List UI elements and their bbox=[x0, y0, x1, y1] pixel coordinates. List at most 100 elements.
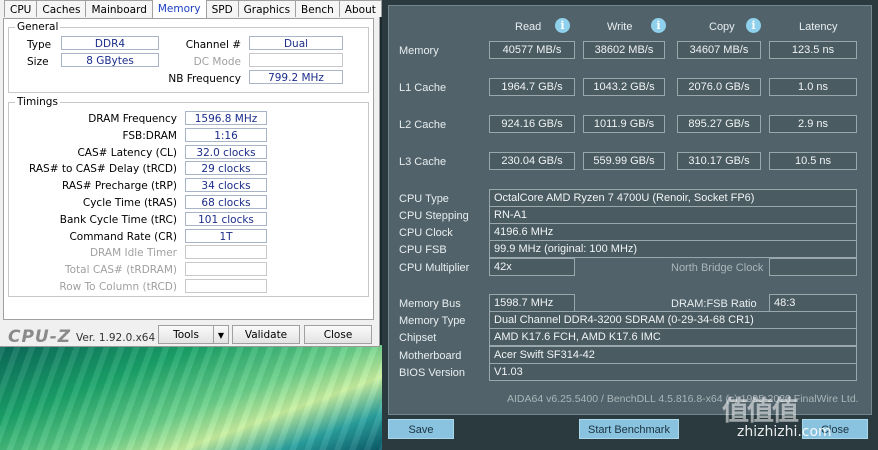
chipset-value: AMD K17.6 FCH, AMD K17.6 IMC bbox=[489, 328, 857, 346]
bench-copy-value: 34607 MB/s bbox=[677, 41, 761, 59]
bench-row-label: L3 Cache bbox=[399, 156, 447, 168]
tab-graphics[interactable]: Graphics bbox=[237, 0, 297, 17]
bios-version-value: V1.03 bbox=[489, 363, 857, 381]
tab-caches[interactable]: Caches bbox=[36, 0, 87, 17]
timing-label: DRAM Frequency bbox=[88, 113, 177, 125]
type-label: Type bbox=[27, 39, 52, 51]
cpu-fsb-label: CPU FSB bbox=[399, 244, 447, 256]
tools-button[interactable]: Tools bbox=[158, 325, 214, 344]
general-group: General Type DDR4 Size 8 GBytes Channel … bbox=[8, 21, 369, 93]
close-button[interactable]: Close bbox=[304, 325, 372, 344]
chipset-label: Chipset bbox=[399, 332, 437, 344]
motherboard-label: Motherboard bbox=[399, 350, 462, 362]
tab-about[interactable]: About bbox=[338, 0, 382, 17]
memory-tab-panel: General Type DDR4 Size 8 GBytes Channel … bbox=[3, 18, 374, 320]
timing-label: Total CAS# (tRDRAM) bbox=[65, 264, 177, 277]
tab-memory[interactable]: Memory bbox=[151, 0, 207, 18]
channel-label: Channel # bbox=[185, 39, 241, 51]
type-value: DDR4 bbox=[61, 36, 159, 50]
bench-latency-value: 10.5 ns bbox=[769, 152, 857, 170]
general-group-title: General bbox=[15, 21, 61, 33]
bench-read-value: 924.16 GB/s bbox=[489, 115, 575, 133]
bench-row-label: L1 Cache bbox=[399, 82, 447, 94]
bench-copy-value: 2076.0 GB/s bbox=[677, 78, 761, 96]
nb-clock-label: North Bridge Clock bbox=[671, 262, 764, 274]
tab-mainboard[interactable]: Mainboard bbox=[85, 0, 153, 17]
timing-value bbox=[185, 245, 267, 260]
watermark-logo: 值值值 bbox=[722, 396, 799, 427]
timing-label: RAS# to CAS# Delay (tRCD) bbox=[29, 163, 177, 176]
timing-value bbox=[185, 262, 267, 277]
copy-info-icon[interactable]: i bbox=[746, 18, 761, 33]
timings-group: Timings DRAM Frequency 1596.8 MHz FSB:DRAM… bbox=[8, 96, 369, 297]
dram-fsb-ratio-value: 48:3 bbox=[769, 294, 857, 312]
bench-read-value: 1964.7 GB/s bbox=[489, 78, 575, 96]
size-value: 8 GBytes bbox=[61, 53, 159, 67]
motherboard-value: Acer Swift SF314-42 bbox=[489, 346, 857, 364]
start-benchmark-button[interactable]: Start Benchmark bbox=[579, 419, 679, 439]
channel-value: Dual bbox=[249, 36, 343, 50]
bench-latency-value: 123.5 ns bbox=[769, 41, 857, 59]
bench-read-value: 40577 MB/s bbox=[489, 41, 575, 59]
cpu-type-label: CPU Type bbox=[399, 193, 449, 205]
timing-value: 1:16 bbox=[185, 127, 267, 142]
cpu-stepping-value: RN-A1 bbox=[489, 206, 857, 224]
cpuz-logo: CPU-Z bbox=[8, 327, 72, 347]
timing-value: 32.0 clocks bbox=[185, 144, 267, 159]
bench-row-label: L2 Cache bbox=[399, 119, 447, 131]
timing-label: FSB:DRAM bbox=[122, 129, 177, 142]
bench-latency-value: 1.0 ns bbox=[769, 78, 857, 96]
save-button[interactable]: Save bbox=[388, 419, 454, 439]
timings-group-title: Timings bbox=[15, 96, 60, 108]
timing-label: Cycle Time (tRAS) bbox=[82, 197, 177, 209]
dc-mode-label: DC Mode bbox=[193, 56, 241, 68]
watermark-url: zhizhizhi.com bbox=[737, 424, 832, 440]
write-info-icon[interactable]: i bbox=[651, 18, 666, 33]
memory-type-label: Memory Type bbox=[399, 315, 466, 327]
timing-value bbox=[185, 279, 267, 293]
cpu-type-value: OctalCore AMD Ryzen 7 4700U (Renoir, Soc… bbox=[489, 189, 857, 207]
timing-label: CAS# Latency (CL) bbox=[77, 146, 177, 159]
cpuz-window: CPU Caches Mainboard Memory SPD Graphics… bbox=[0, 0, 382, 347]
tab-bench[interactable]: Bench bbox=[295, 0, 340, 17]
header-write: Write bbox=[607, 21, 633, 33]
nb-clock-value bbox=[769, 258, 857, 276]
nb-frequency-label: NB Frequency bbox=[168, 73, 241, 85]
validate-button[interactable]: Validate bbox=[232, 325, 300, 344]
cpu-fsb-value: 99.9 MHz (original: 100 MHz) bbox=[489, 240, 857, 258]
timing-value: 1T bbox=[185, 228, 267, 243]
bios-version-label: BIOS Version bbox=[399, 367, 466, 379]
timing-label: Row To Column (tRCD) bbox=[59, 281, 177, 293]
aida64-window: Read i Write i Copy i Latency Memory 4057… bbox=[382, 0, 878, 450]
bench-write-value: 1011.9 GB/s bbox=[583, 115, 665, 133]
chevron-down-icon: ▼ bbox=[217, 331, 225, 340]
bench-copy-value: 310.17 GB/s bbox=[677, 152, 761, 170]
memory-bus-value: 1598.7 MHz bbox=[489, 294, 575, 312]
memory-bus-label: Memory Bus bbox=[399, 298, 461, 310]
timing-label: RAS# Precharge (tRP) bbox=[62, 180, 177, 193]
header-latency: Latency bbox=[799, 21, 838, 33]
dram-fsb-ratio-label: DRAM:FSB Ratio bbox=[671, 298, 757, 310]
cpu-stepping-label: CPU Stepping bbox=[399, 210, 469, 222]
desktop-background bbox=[0, 345, 382, 450]
aida64-results-panel: Read i Write i Copy i Latency Memory 4057… bbox=[388, 5, 872, 427]
nb-frequency-value: 799.2 MHz bbox=[249, 70, 343, 84]
bench-copy-value: 895.27 GB/s bbox=[677, 115, 761, 133]
read-info-icon[interactable]: i bbox=[555, 18, 570, 33]
cpuz-footer: CPU-Z Ver. 1.92.0.x64 Tools ▼ Validate C… bbox=[0, 321, 378, 347]
tab-spd[interactable]: SPD bbox=[205, 0, 239, 17]
tools-dropdown-button[interactable]: ▼ bbox=[213, 325, 229, 344]
bench-write-value: 559.99 GB/s bbox=[583, 152, 665, 170]
timing-value: 1596.8 MHz bbox=[185, 111, 267, 125]
cpu-multiplier-label: CPU Multiplier bbox=[399, 262, 470, 274]
tab-cpu[interactable]: CPU bbox=[4, 0, 38, 17]
header-read: Read bbox=[515, 21, 542, 33]
bench-write-value: 1043.2 GB/s bbox=[583, 78, 665, 96]
cpuz-tabs: CPU Caches Mainboard Memory SPD Graphics… bbox=[4, 0, 382, 18]
timing-label: DRAM Idle Timer bbox=[89, 247, 177, 260]
memory-type-value: Dual Channel DDR4-3200 SDRAM (0-29-34-68… bbox=[489, 311, 857, 329]
timing-value: 101 clocks bbox=[185, 211, 267, 226]
timing-value: 34 clocks bbox=[185, 178, 267, 193]
size-label: Size bbox=[27, 56, 49, 68]
timing-label: Bank Cycle Time (tRC) bbox=[59, 213, 177, 226]
